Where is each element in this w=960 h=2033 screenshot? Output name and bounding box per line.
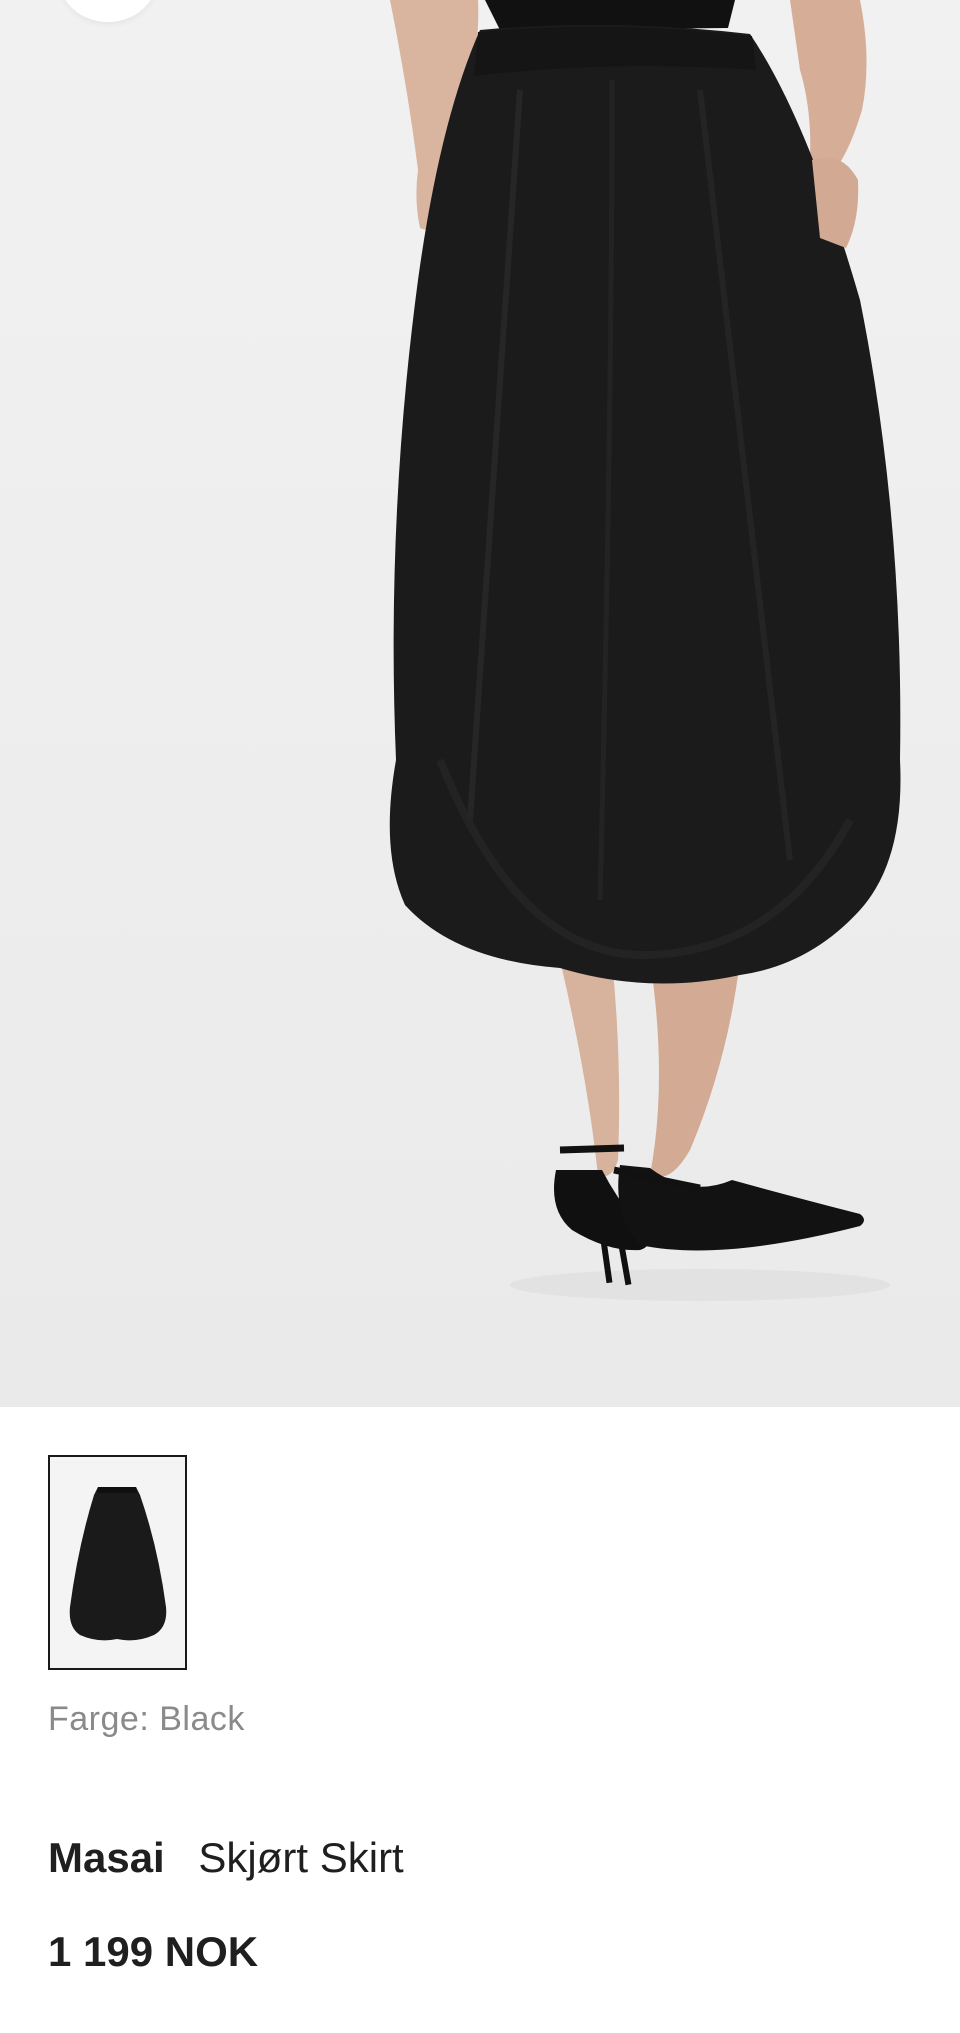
model-wearing-skirt-illustration <box>389 0 901 1301</box>
product-thumbnail[interactable] <box>48 1455 187 1670</box>
product-name: Skjørt Skirt <box>198 1834 404 1881</box>
product-price: 1 199 NOK <box>48 1928 259 1975</box>
skirt-thumbnail-icon <box>50 1457 185 1668</box>
color-label: Farge: Black <box>48 1700 245 1738</box>
brand-name: Masai <box>48 1834 165 1881</box>
product-hero-image[interactable] <box>0 0 960 1407</box>
product-title: Masai Skjørt Skirt <box>48 1834 404 1882</box>
product-page: Farge: Black Masai Skjørt Skirt 1 199 NO… <box>0 0 960 2033</box>
